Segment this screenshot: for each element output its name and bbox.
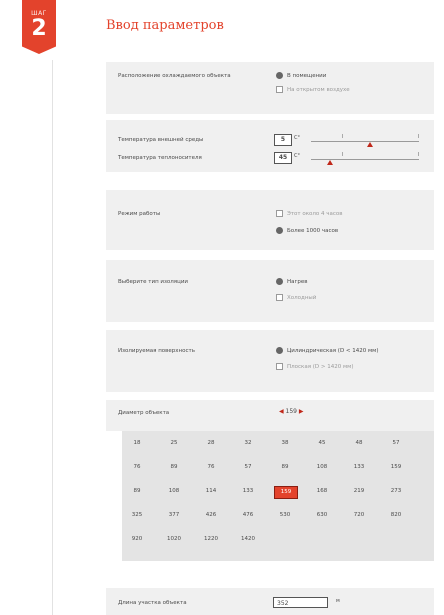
diameter-cell[interactable]: 28 [200, 438, 222, 449]
diameter-stepper[interactable]: ◀ 159 ▶ [279, 408, 304, 416]
diameter-cell[interactable]: 48 [348, 438, 370, 449]
diameter-cell[interactable]: 133 [348, 462, 370, 473]
diameter-cell[interactable]: 1220 [200, 534, 222, 545]
radio-icon [276, 210, 283, 217]
diameter-cell[interactable]: 108 [163, 486, 185, 497]
insulation-panel: Выберите тип изоляции Нагрев Холодный [106, 260, 434, 322]
diameter-cell[interactable]: 1020 [163, 534, 185, 545]
page-title: Ввод параметров [106, 18, 224, 33]
length-input[interactable]: 352 [273, 597, 328, 608]
location-option-indoor-label: В помещении [287, 73, 327, 79]
diameter-cell[interactable]: 530 [274, 510, 296, 521]
diameter-cell[interactable]: 273 [385, 486, 407, 497]
fluid-temp-label: Температура теплоносителя [118, 155, 202, 161]
temperature-panel: Температура внешней среды 5 С° Температу… [106, 120, 434, 172]
diameter-cell[interactable]: 114 [200, 486, 222, 497]
diameter-cell[interactable]: 159 [274, 486, 298, 499]
diameter-label: Диаметр объекта [118, 410, 170, 416]
diameter-cell[interactable]: 45 [311, 438, 333, 449]
diameter-cell[interactable]: 630 [311, 510, 333, 521]
radio-icon [276, 227, 283, 234]
location-option-outdoor[interactable]: На открытом воздухе [276, 86, 350, 94]
radio-icon [276, 294, 283, 301]
diameter-cell[interactable]: 325 [126, 510, 148, 521]
diameter-cell[interactable]: 219 [348, 486, 370, 497]
location-label: Расположение охлаждаемого объекта [118, 73, 231, 79]
diameter-cell[interactable]: 476 [237, 510, 259, 521]
diameter-cell[interactable]: 89 [274, 462, 296, 473]
step-number: 2 [31, 16, 47, 41]
mode-option-short-label: Этот около 4 часов [287, 211, 343, 217]
length-label: Длина участка объекта [118, 600, 187, 606]
ambient-temp-input[interactable]: 5 [274, 134, 292, 146]
radio-icon [276, 347, 283, 354]
diameter-cell[interactable]: 133 [237, 486, 259, 497]
arrow-left-icon[interactable]: ◀ [279, 408, 284, 415]
step-word: ШАГ [31, 10, 47, 17]
diameter-cell[interactable]: 108 [311, 462, 333, 473]
diameter-cell[interactable]: 18 [126, 438, 148, 449]
diameter-cell[interactable]: 426 [200, 510, 222, 521]
fluid-temp-input[interactable]: 45 [274, 152, 292, 164]
surface-option-cylindrical[interactable]: Цилиндрическая (D < 1420 мм) [276, 347, 378, 355]
radio-icon [276, 278, 283, 285]
insulation-label: Выберите тип изоляции [118, 279, 188, 285]
diameter-value: 159 [285, 408, 297, 415]
diameter-cell[interactable]: 920 [126, 534, 148, 545]
diameter-cell[interactable]: 168 [311, 486, 333, 497]
mode-option-short[interactable]: Этот около 4 часов [276, 210, 343, 218]
diameter-cell[interactable]: 76 [200, 462, 222, 473]
mode-panel: Режим работы Этот около 4 часов Более 10… [106, 190, 434, 250]
diameter-cell[interactable]: 720 [348, 510, 370, 521]
surface-option-flat[interactable]: Плоская (D > 1420 мм) [276, 363, 353, 371]
arrow-right-icon[interactable]: ▶ [299, 408, 304, 415]
ambient-temp-slider-thumb[interactable] [367, 142, 374, 147]
timeline-line [52, 60, 53, 615]
slider-tick [418, 134, 419, 138]
diameter-cell[interactable]: 377 [163, 510, 185, 521]
diameter-grid: 18 25 28 32 38 45 48 57 76 89 76 57 89 108 133 159 89 108… [122, 431, 434, 561]
length-unit: м [336, 598, 340, 604]
location-option-indoor[interactable]: В помещении [276, 72, 326, 80]
diameter-cell[interactable]: 57 [237, 462, 259, 473]
insulation-option-heat-label: Нагрев [287, 279, 308, 285]
mode-option-long[interactable]: Более 1000 часов [276, 227, 338, 235]
location-panel: Расположение охлаждаемого объекта В поме… [106, 62, 434, 114]
surface-option-cylindrical-label: Цилиндрическая (D < 1420 мм) [287, 348, 379, 354]
diameter-cell[interactable]: 1420 [237, 534, 259, 545]
diameter-cell[interactable]: 38 [274, 438, 296, 449]
insulation-option-cold[interactable]: Холодный [276, 294, 316, 302]
diameter-cell[interactable]: 159 [385, 462, 407, 473]
fluid-temp-slider-thumb[interactable] [327, 160, 334, 165]
diameter-cell[interactable]: 89 [163, 462, 185, 473]
ambient-temp-unit: С° [294, 135, 300, 141]
mode-label: Режим работы [118, 211, 161, 217]
ambient-temp-slider[interactable] [311, 141, 419, 142]
diameter-panel: Диаметр объекта ◀ 159 ▶ [106, 400, 434, 431]
length-panel: Длина участка объекта м [106, 588, 434, 615]
diameter-cell[interactable]: 820 [385, 510, 407, 521]
location-option-outdoor-label: На открытом воздухе [287, 87, 350, 93]
insulation-option-heat[interactable]: Нагрев [276, 278, 308, 286]
slider-tick [342, 134, 343, 138]
radio-icon [276, 86, 283, 93]
diameter-cell[interactable]: 25 [163, 438, 185, 449]
step-badge: ШАГ 2 [22, 0, 56, 54]
ambient-temp-label: Температура внешней среды [118, 137, 204, 143]
radio-icon [276, 72, 283, 79]
diameter-cell[interactable]: 76 [126, 462, 148, 473]
diameter-cell[interactable]: 32 [237, 438, 259, 449]
insulation-option-cold-label: Холодный [287, 295, 317, 301]
slider-tick [342, 152, 343, 156]
diameter-cell[interactable]: 57 [385, 438, 407, 449]
radio-icon [276, 363, 283, 370]
slider-tick [418, 152, 419, 156]
surface-option-flat-label: Плоская (D > 1420 мм) [287, 364, 354, 370]
diameter-cell[interactable]: 89 [126, 486, 148, 497]
surface-panel: Изолируемая поверхность Цилиндрическая (… [106, 330, 434, 392]
fluid-temp-unit: С° [294, 153, 300, 159]
mode-option-long-label: Более 1000 часов [287, 228, 339, 234]
surface-label: Изолируемая поверхность [118, 348, 195, 354]
